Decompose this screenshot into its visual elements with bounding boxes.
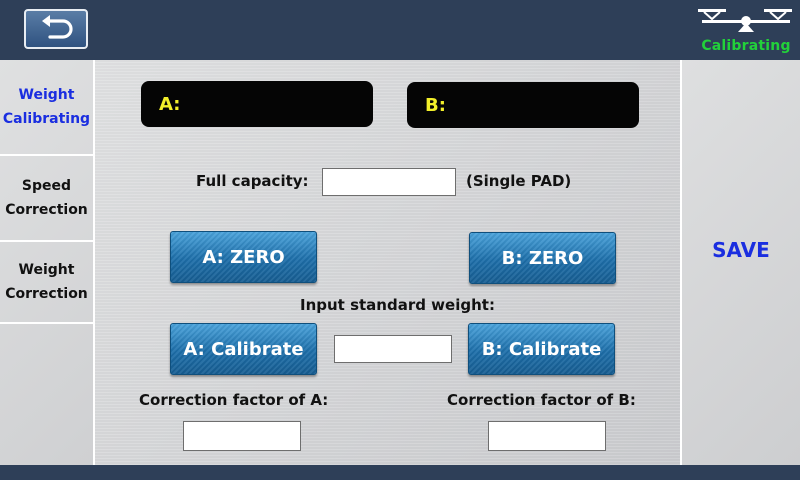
- sidebar-item-label-line1: Weight: [18, 262, 75, 278]
- a-calibrate-button[interactable]: A: Calibrate: [170, 323, 317, 375]
- b-zero-button[interactable]: B: ZERO: [469, 232, 616, 284]
- logo-text: Calibrating: [701, 38, 791, 54]
- main-panel: A: B: Full capacity: (Single PAD) A: ZER…: [95, 60, 680, 465]
- right-panel: SAVE: [680, 60, 800, 465]
- display-b: B:: [407, 82, 639, 128]
- sidebar-item-speed-correction[interactable]: Speed Correction: [0, 156, 93, 242]
- sidebar-item-label-line2: Calibrating: [2, 111, 91, 127]
- correction-factor-a-label: Correction factor of A:: [139, 391, 329, 409]
- display-a-label: A:: [159, 93, 181, 115]
- standard-weight-input[interactable]: [334, 335, 452, 363]
- b-calibrate-button[interactable]: B: Calibrate: [468, 323, 615, 375]
- single-pad-label: (Single PAD): [466, 172, 572, 190]
- sidebar-item-label-line1: Speed: [21, 178, 72, 194]
- sidebar: Weight Calibrating Speed Correction Weig…: [0, 60, 95, 465]
- display-a: A:: [141, 81, 373, 127]
- sidebar-item-label-line1: Weight: [18, 87, 75, 103]
- standard-weight-label: Input standard weight:: [300, 296, 495, 314]
- full-capacity-label: Full capacity:: [196, 172, 309, 190]
- display-b-label: B:: [425, 94, 446, 116]
- sidebar-item-label-line2: Correction: [5, 286, 88, 302]
- sidebar-item-weight-correction[interactable]: Weight Correction: [0, 242, 93, 324]
- calibrating-logo: Calibrating: [694, 4, 798, 56]
- top-bar: Calibrating: [0, 0, 800, 60]
- correction-factor-b-input[interactable]: [488, 421, 606, 451]
- scale-icon: [698, 9, 792, 32]
- correction-factor-a-input[interactable]: [183, 421, 301, 451]
- bottom-bar: [0, 465, 800, 480]
- correction-factor-b-label: Correction factor of B:: [447, 391, 636, 409]
- sidebar-item-label-line2: Correction: [5, 202, 88, 218]
- full-capacity-input[interactable]: [322, 168, 456, 196]
- sidebar-item-weight-calibrating[interactable]: Weight Calibrating: [0, 60, 93, 156]
- save-button[interactable]: SAVE: [682, 238, 800, 262]
- back-arrow-icon: [36, 13, 76, 45]
- a-zero-button[interactable]: A: ZERO: [170, 231, 317, 283]
- back-button[interactable]: [24, 9, 88, 49]
